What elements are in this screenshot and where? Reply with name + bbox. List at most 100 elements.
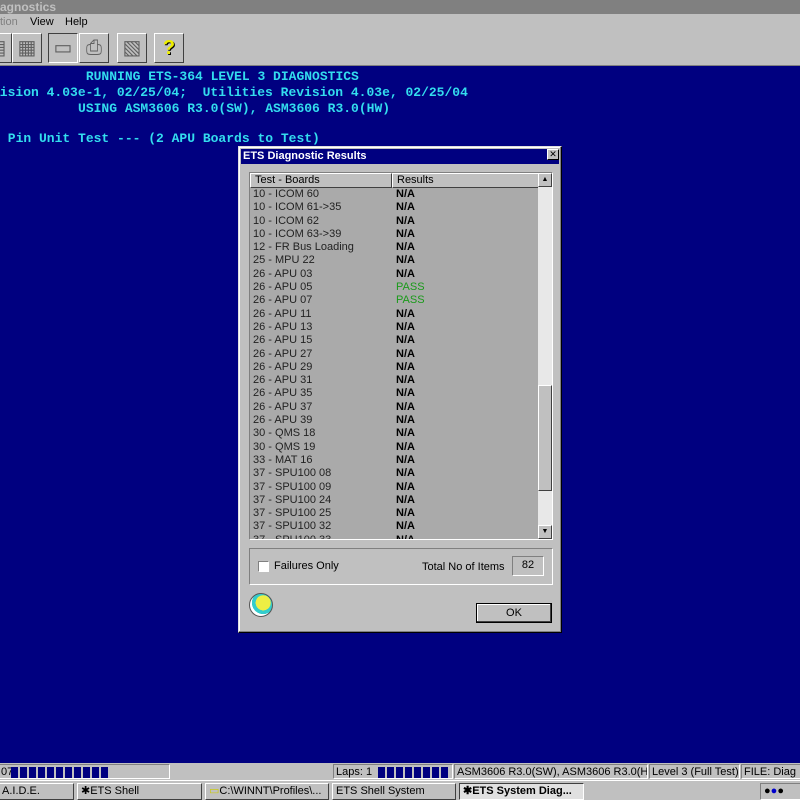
menu-item-view[interactable]: View [30,14,54,30]
total-items-label: Total No of Items [422,561,505,573]
list-item[interactable]: 26 - APU 35 N/A [250,387,539,400]
result-cell: N/A [396,520,415,533]
taskbar-item-ets-shell[interactable]: ✱ETS Shell [77,783,202,800]
list-item[interactable]: 10 - ICOM 60 N/A [250,188,539,201]
list-item[interactable]: 37 - SPU100 24 N/A [250,494,539,507]
scrollbar-thumb[interactable] [538,385,552,491]
list-item[interactable]: 37 - SPU100 33 N/A [250,533,539,540]
test-board-cell: 26 - APU 31 [253,374,313,387]
list-item[interactable]: 25 - MPU 22 N/A [250,254,539,267]
test-board-cell: 12 - FR Bus Loading [253,241,354,254]
list-item[interactable]: 37 - SPU100 25 N/A [250,507,539,520]
grid-check-icon[interactable]: ▦ [12,33,42,63]
scroll-up-icon[interactable]: ▲ [538,173,552,187]
progress-bar [11,767,109,778]
list-item[interactable]: 26 - APU 29 N/A [250,361,539,374]
list-item[interactable]: 30 - QMS 19 N/A [250,441,539,454]
mascot-icon [249,593,273,617]
tray-icon[interactable]: ● [764,785,771,797]
test-board-cell: 37 - SPU100 33 [253,533,332,540]
tools-icon[interactable]: ▧ [117,33,147,63]
close-icon[interactable]: ✕ [547,149,559,160]
list-item[interactable]: 37 - SPU100 32 N/A [250,520,539,533]
scroll-down-icon[interactable]: ▼ [538,525,552,539]
list-item[interactable]: 26 - APU 27 N/A [250,348,539,361]
list-item[interactable]: 26 - APU 15 N/A [250,334,539,347]
list-item[interactable]: 10 - ICOM 63->39 N/A [250,228,539,241]
result-cell: N/A [396,440,415,453]
list-item[interactable]: 26 - APU 05 PASS [250,281,539,294]
dialog-title: ETS Diagnostic Results [241,149,559,164]
result-cell: N/A [396,214,415,227]
taskbar-label: ETS Shell [90,785,140,797]
column-header-test-boards[interactable]: Test - Boards [250,173,392,188]
result-cell: N/A [396,347,415,360]
result-cell: PASS [396,281,425,294]
list-item[interactable]: 37 - SPU100 08 N/A [250,467,539,480]
tray-icon[interactable]: ● [777,785,784,797]
failures-only-checkbox[interactable] [258,561,269,572]
app-icon: ✱ [463,785,473,797]
menu-item-help[interactable]: Help [65,14,88,30]
list-item[interactable]: 26 - APU 31 N/A [250,374,539,387]
result-cell: N/A [396,334,415,347]
list-item[interactable]: 26 - APU 37 N/A [250,401,539,414]
test-board-cell: 26 - APU 07 [253,294,313,307]
result-cell: N/A [396,414,415,427]
list-item[interactable]: 26 - APU 39 N/A [250,414,539,427]
result-cell: N/A [396,493,415,506]
test-board-cell: 26 - APU 29 [253,360,313,373]
laps-label: Laps: 1 [336,766,373,778]
test-board-cell: 37 - SPU100 08 [253,467,332,480]
column-header-results[interactable]: Results [392,173,539,188]
laps-progress-bar [378,767,450,778]
file-panel: FILE: Diag [741,764,800,779]
taskbar-item-ets-shell-system[interactable]: ETS Shell System [332,783,456,800]
result-cell: N/A [396,387,415,400]
results-list[interactable]: Test - Boards Results 10 - ICOM 60 N/A 10 … [249,172,553,540]
test-board-cell: 26 - APU 05 [253,281,313,294]
test-board-cell: 10 - ICOM 61->35 [253,201,342,214]
app-icon: ✱ [81,785,91,797]
status-bar: 07 Laps: 1 ASM3606 R3.0(SW), ASM3606 R3.… [0,763,800,780]
result-cell: N/A [396,400,415,413]
console-line: RUNNING ETS-364 LEVEL 3 DIAGNOSTICS [0,69,359,84]
folder-icon: ▭ [209,785,220,797]
taskbar-item-aide[interactable]: A.I.D.E. [0,783,74,800]
result-cell: N/A [396,267,415,280]
ok-button[interactable]: OK [476,603,552,623]
taskbar-item-ets-system-diag[interactable]: ✱ETS System Diag... [459,783,584,800]
list-item[interactable]: 26 - APU 13 N/A [250,321,539,334]
document-icon[interactable]: ▤ [0,33,12,63]
menu-item-partial[interactable]: tion [0,14,18,30]
list-item[interactable]: 37 - SPU100 09 N/A [250,481,539,494]
list-item[interactable]: 30 - QMS 18 N/A [250,427,539,440]
laps-panel: Laps: 1 [333,764,453,779]
test-board-cell: 30 - QMS 18 [253,427,316,440]
system-tray: ●●● [760,783,800,800]
drive-icon[interactable]: ▭ [48,33,78,63]
test-board-cell: 26 - APU 39 [253,414,313,427]
list-item[interactable]: 33 - MAT 16 N/A [250,454,539,467]
menu-bar: tion View Help [0,14,800,30]
result-cell: N/A [396,320,415,333]
console-line: USING ASM3606 R3.0(SW), ASM3606 R3.0(HW) [0,101,391,116]
result-cell: N/A [396,360,415,373]
result-cell: N/A [396,480,415,493]
diagnostic-results-dialog: ETS Diagnostic Results ✕ Test - Boards R… [238,146,562,633]
list-item[interactable]: 12 - FR Bus Loading N/A [250,241,539,254]
list-header: Test - Boards Results [250,173,539,188]
help-icon[interactable]: ? [154,33,184,63]
list-item[interactable]: 26 - APU 11 N/A [250,308,539,321]
taskbar-item-profiles[interactable]: ▭C:\WINNT\Profiles\... [205,783,329,800]
list-item[interactable]: 26 - APU 07 PASS [250,294,539,307]
list-item[interactable]: 10 - ICOM 62 N/A [250,215,539,228]
summary-group: Failures Only Total No of Items 82 [249,548,553,585]
list-item[interactable]: 10 - ICOM 61->35 N/A [250,201,539,214]
list-item[interactable]: 26 - APU 03 N/A [250,268,539,281]
vertical-scrollbar[interactable]: ▲ ▼ [538,173,552,539]
result-cell: PASS [396,294,425,307]
test-board-cell: 26 - APU 35 [253,387,313,400]
test-board-cell: 10 - ICOM 62 [253,214,320,227]
printer-icon[interactable]: ⎙ [79,33,109,63]
